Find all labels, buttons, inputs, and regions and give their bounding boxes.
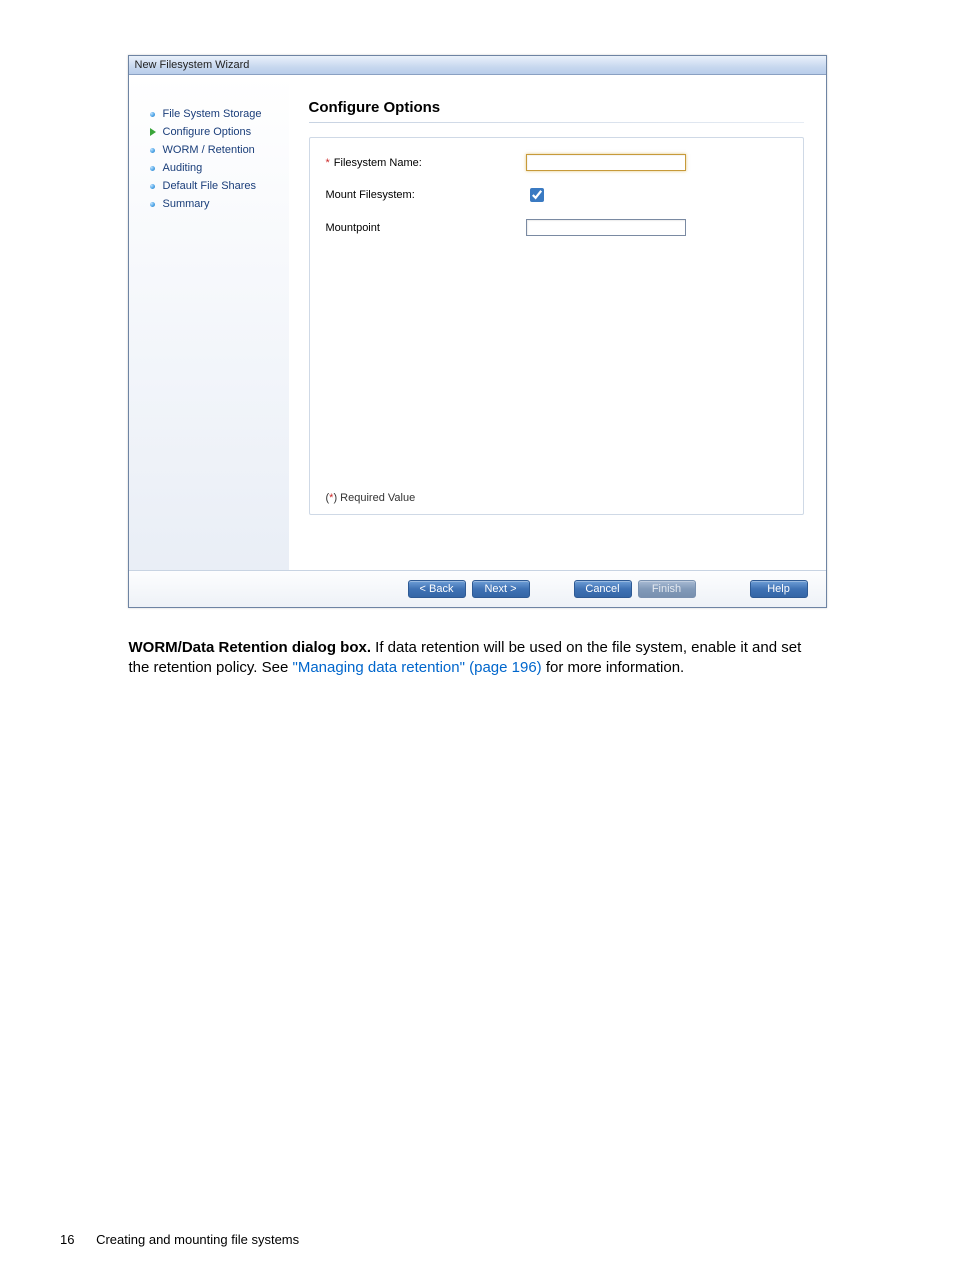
bullet-icon (149, 164, 157, 172)
wizard-button-bar: < Back Next > Cancel Finish Help (129, 570, 826, 607)
row-mount-filesystem: Mount Filesystem: (326, 185, 787, 205)
sidebar-item-configure-options[interactable]: Configure Options (149, 123, 289, 141)
sidebar-item-auditing[interactable]: Auditing (149, 159, 289, 177)
page-footer: 16 Creating and mounting file systems (60, 1232, 299, 1247)
wizard-title: New Filesystem Wizard (135, 59, 250, 71)
sidebar-item-label: File System Storage (163, 108, 262, 120)
caption-text: for more information. (542, 659, 685, 676)
back-button[interactable]: < Back (408, 580, 466, 598)
row-filesystem-name: * Filesystem Name: (326, 154, 787, 171)
row-mountpoint: Mountpoint (326, 219, 787, 236)
sidebar-item-label: Auditing (163, 162, 203, 174)
bullet-icon (149, 182, 157, 190)
wizard-titlebar: New Filesystem Wizard (129, 56, 826, 75)
footer-section: Creating and mounting file systems (96, 1232, 299, 1247)
page-number: 16 (60, 1232, 74, 1247)
sidebar-item-label: WORM / Retention (163, 144, 255, 156)
sidebar-item-worm-retention[interactable]: WORM / Retention (149, 141, 289, 159)
mountpoint-input[interactable] (526, 219, 686, 236)
filesystem-name-input[interactable] (526, 154, 686, 171)
sidebar-item-label: Configure Options (163, 126, 252, 138)
wizard-main: Configure Options * Filesystem Name: Mou… (289, 75, 826, 570)
next-button[interactable]: Next > (472, 580, 530, 598)
help-button[interactable]: Help (750, 580, 808, 598)
form-panel: * Filesystem Name: Mount Filesystem: (309, 137, 804, 515)
bullet-icon (149, 110, 157, 118)
required-asterisk-icon: * (326, 157, 330, 169)
managing-data-retention-link[interactable]: "Managing data retention" (page 196) (293, 659, 542, 676)
sidebar-item-label: Default File Shares (163, 180, 257, 192)
mountpoint-label: Mountpoint (326, 222, 380, 234)
sidebar-item-label: Summary (163, 198, 210, 210)
bullet-icon (149, 200, 157, 208)
required-value-note: (*) Required Value (326, 492, 416, 504)
sidebar-item-file-system-storage[interactable]: File System Storage (149, 105, 289, 123)
page-title: Configure Options (309, 99, 804, 116)
note-part: ) Required Value (333, 492, 415, 504)
divider (309, 122, 804, 123)
caption-paragraph: WORM/Data Retention dialog box. If data … (129, 638, 826, 679)
mount-filesystem-checkbox[interactable] (530, 188, 544, 202)
arrow-right-icon (149, 128, 157, 136)
cancel-button[interactable]: Cancel (574, 580, 632, 598)
finish-button: Finish (638, 580, 696, 598)
caption-bold: WORM/Data Retention dialog box. (129, 639, 372, 656)
mount-filesystem-label: Mount Filesystem: (326, 189, 415, 201)
wizard-window: New Filesystem Wizard File System Storag… (128, 55, 827, 608)
wizard-sidebar: File System Storage Configure Options WO… (129, 75, 289, 570)
bullet-icon (149, 146, 157, 154)
sidebar-item-default-file-shares[interactable]: Default File Shares (149, 177, 289, 195)
filesystem-name-label: Filesystem Name: (334, 157, 422, 169)
sidebar-item-summary[interactable]: Summary (149, 195, 289, 213)
